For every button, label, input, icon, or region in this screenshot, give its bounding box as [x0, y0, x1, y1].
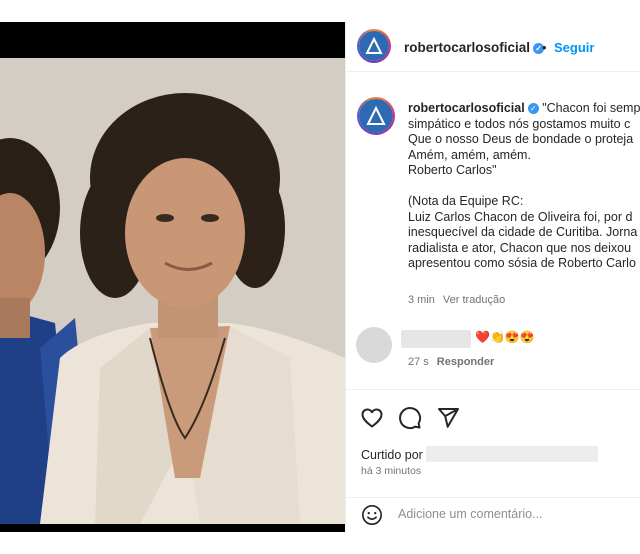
author-username[interactable]: robertocarlosoficial ✓ [404, 40, 545, 55]
caption-username[interactable]: robertocarlosoficial [408, 101, 525, 115]
comment-icon[interactable] [398, 406, 422, 430]
post-media[interactable] [0, 22, 345, 532]
caption-line: Roberto Carlos" [408, 163, 497, 177]
author-avatar[interactable] [357, 29, 391, 63]
post-details-panel: robertocarlosoficial ✓ • Seguir robertoca… [345, 22, 640, 532]
see-translation-link[interactable]: Ver tradução [443, 294, 505, 306]
likes-line: Curtido por [361, 446, 598, 462]
comment-text: ❤️👏😍😍 [475, 330, 535, 344]
comment-meta: 27 s Responder [408, 356, 494, 368]
caption-line: "Chacon foi semp [542, 101, 640, 115]
liked-by-label: Curtido por [361, 448, 423, 462]
caption-line: radialista e ator, Chacon que nos deixou [408, 240, 632, 255]
caption-line: Luiz Carlos Chacon de Oliveira foi, por … [408, 209, 633, 224]
post-actions [346, 389, 640, 430]
liked-by-redacted [425, 446, 598, 462]
caption-line: Amém, amém, amém. [408, 147, 531, 162]
caption-line: (Nota da Equipe RC: [408, 194, 524, 208]
caption-line: inesquecível da cidade de Curitiba. Jorn… [408, 225, 638, 239]
caption-time: 3 min [408, 294, 435, 306]
separator-dot: • [542, 40, 547, 55]
photo-illustration [0, 58, 345, 524]
caption-line: apresentou como sósia de Roberto Carlo [408, 256, 636, 270]
verified-badge-icon: ✓ [527, 103, 539, 114]
heart-icon[interactable] [360, 406, 384, 430]
reply-button[interactable]: Responder [437, 356, 494, 368]
follow-button[interactable]: Seguir [554, 40, 594, 55]
share-icon[interactable] [436, 406, 460, 430]
post-photo [0, 58, 345, 524]
post-caption: robertocarlosoficial ✓ "Chacon foi semp s… [408, 101, 640, 272]
caption-author-avatar[interactable] [357, 97, 395, 135]
commenter-avatar[interactable] [356, 327, 392, 363]
commenter-name-redacted [401, 330, 471, 348]
comment-time: 27 s [408, 356, 429, 368]
caption-line: Que o nosso Deus de bondade o proteja [408, 132, 634, 146]
post-timestamp: há 3 minutos [361, 465, 422, 477]
author-username-text[interactable]: robertocarlosoficial [404, 40, 530, 55]
comment-input[interactable]: Adicione um comentário... [398, 507, 543, 521]
caption-line: simpático e todos nós gostamos muito c [408, 116, 631, 131]
add-comment-bar: Adicione um comentário... [346, 497, 640, 533]
smiley-icon[interactable] [361, 504, 383, 526]
post-header: robertocarlosoficial ✓ • Seguir [346, 22, 640, 72]
caption-meta: 3 min Ver tradução [408, 294, 505, 306]
